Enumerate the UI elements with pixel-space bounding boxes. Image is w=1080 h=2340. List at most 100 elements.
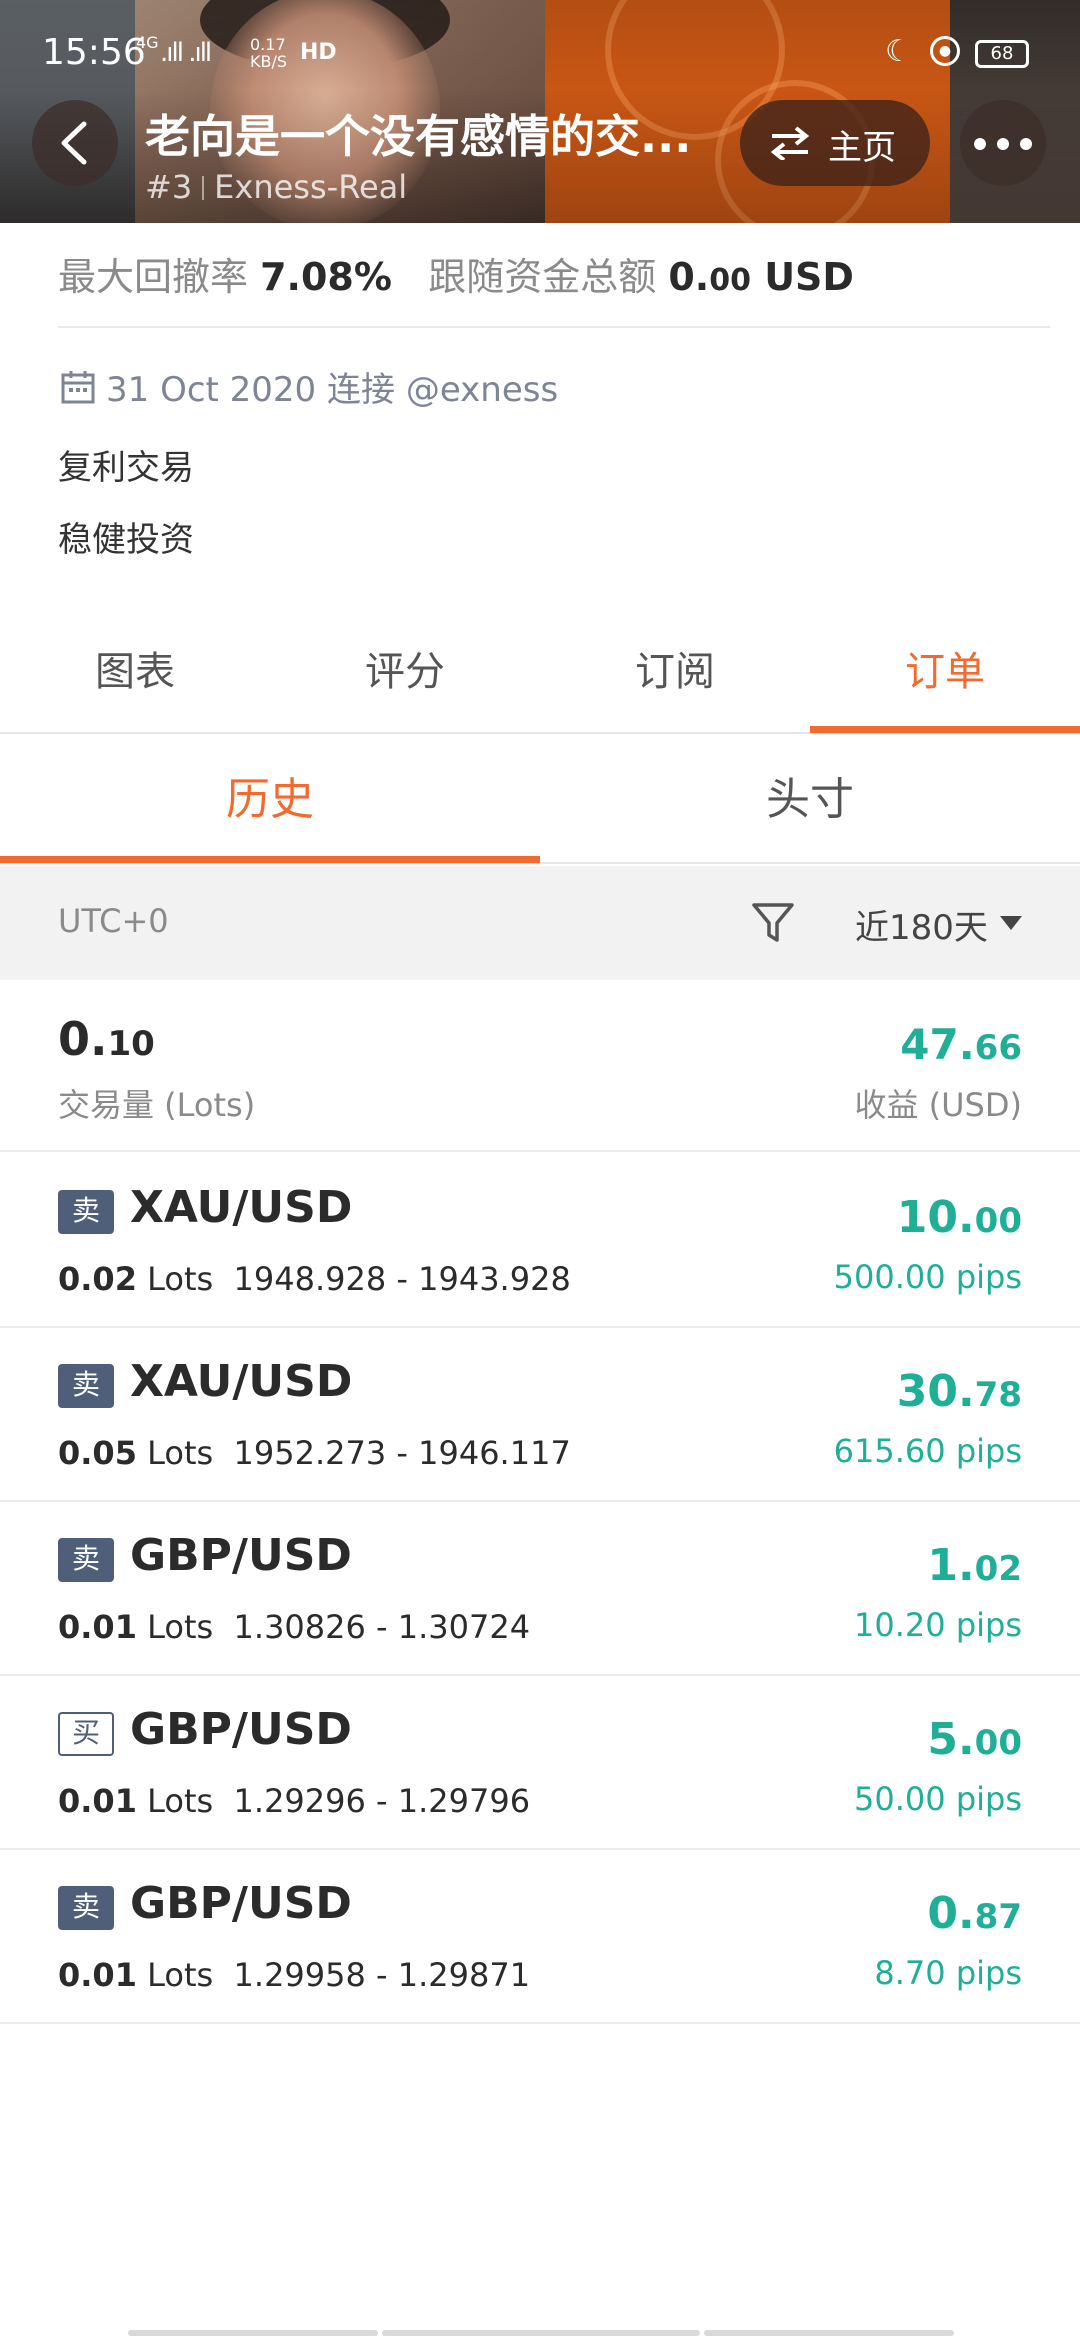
profile-header: 15:56 4G .ıll .ıll 0.17 KB/S HD ☾ ● 68 老向… <box>0 0 1080 223</box>
funds-unit: USD <box>764 255 854 299</box>
order-prices: 1948.928 - 1943.928 <box>233 1260 571 1298</box>
back-button[interactable] <box>32 100 118 186</box>
swap-icon <box>770 126 810 160</box>
order-pair: XAU/USD <box>130 1356 353 1407</box>
main-tabs: 图表 评分 订阅 订单 <box>0 630 1080 734</box>
order-pair: XAU/USD <box>130 1182 353 1233</box>
order-row[interactable]: 买 GBP/USD 0.01 Lots 1.29296 - 1.29796 5.… <box>0 1676 1080 1850</box>
tab-indicator <box>810 726 1080 733</box>
subtab-indicator <box>0 856 540 863</box>
more-icon <box>974 138 986 150</box>
nav-hint <box>382 2330 700 2336</box>
order-pips: 8.70 pips <box>874 1954 1022 1992</box>
order-profit: 5.00 <box>927 1714 1022 1765</box>
order-lots: 0.01 <box>58 1608 137 1646</box>
total-profit-label: 收益 (USD) <box>854 1086 1022 1124</box>
order-prices: 1.29296 - 1.29796 <box>233 1782 531 1820</box>
order-pips: 615.60 pips <box>833 1432 1022 1470</box>
nav-hint <box>704 2330 954 2336</box>
total-lots: 0.10 <box>58 1012 155 1066</box>
order-profit-int: 10. <box>896 1192 975 1243</box>
order-profit: 10.00 <box>897 1192 1022 1243</box>
description-line: 稳健投资 <box>58 520 194 560</box>
order-meta: 0.01 Lots 1.29958 - 1.29871 <box>58 1956 530 1994</box>
battery-icon: 68 <box>975 40 1029 68</box>
lots-unit: Lots <box>147 1782 214 1820</box>
order-row[interactable]: 卖 XAU/USD 0.02 Lots 1948.928 - 1943.928 … <box>0 1154 1080 1328</box>
description-line: 复利交易 <box>58 448 194 488</box>
order-subtabs: 历史 头寸 <box>0 736 1080 864</box>
tab-subscribe[interactable]: 订阅 <box>540 630 810 734</box>
account-name: Exness-Real <box>214 168 408 206</box>
more-button[interactable] <box>960 100 1046 186</box>
order-profit-dec: 00 <box>974 1201 1022 1241</box>
order-profit-int: 5. <box>927 1714 975 1765</box>
order-prices: 1.30826 - 1.30724 <box>233 1608 531 1646</box>
tab-orders[interactable]: 订单 <box>810 630 1080 734</box>
drawdown-label: 最大回撤率 <box>58 255 249 299</box>
order-pips: 500.00 pips <box>833 1258 1022 1296</box>
network-type: 4G <box>136 33 159 52</box>
moon-icon: ☾ <box>885 34 912 69</box>
filter-icon[interactable] <box>750 900 796 946</box>
order-lots: 0.01 <box>58 1782 137 1820</box>
side-badge: 买 <box>58 1712 114 1756</box>
funds-label: 跟随资金总额 <box>428 255 657 299</box>
tab-score[interactable]: 评分 <box>270 630 540 734</box>
caret-down-icon[interactable] <box>1000 916 1022 930</box>
order-meta: 0.02 Lots 1948.928 - 1943.928 <box>58 1260 571 1298</box>
subtab-history[interactable]: 历史 <box>0 736 540 864</box>
hd-icon: HD <box>300 40 337 65</box>
order-profit-int: 30. <box>896 1366 975 1417</box>
join-info: 31 Oct 2020 连接 @exness <box>60 362 558 411</box>
drawdown-value: 7.08% <box>260 255 392 299</box>
order-prices: 1952.273 - 1946.117 <box>233 1434 571 1472</box>
funds-value: 0.00 USD <box>668 255 854 299</box>
order-prices: 1.29958 - 1.29871 <box>233 1956 531 1994</box>
order-lots: 0.02 <box>58 1260 137 1298</box>
status-bar: 15:56 4G .ıll .ıll 0.17 KB/S HD ☾ ● 68 <box>0 0 1080 110</box>
funds-dec: 00 <box>709 263 751 298</box>
order-pair: GBP/USD <box>130 1704 352 1755</box>
side-badge: 卖 <box>58 1538 114 1582</box>
subtab-positions[interactable]: 头寸 <box>540 736 1080 864</box>
back-arrow-icon <box>61 121 87 165</box>
total-profit: 47.66 <box>900 1020 1022 1069</box>
order-row[interactable]: 卖 GBP/USD 0.01 Lots 1.29958 - 1.29871 0.… <box>0 1850 1080 2024</box>
side-badge: 卖 <box>58 1886 114 1930</box>
order-pair: GBP/USD <box>130 1878 352 1929</box>
order-row[interactable]: 卖 GBP/USD 0.01 Lots 1.30826 - 1.30724 1.… <box>0 1502 1080 1676</box>
page-title: 老向是一个没有感情的交... <box>145 110 692 163</box>
total-profit-dec: 66 <box>974 1028 1022 1068</box>
order-pips: 50.00 pips <box>854 1780 1022 1818</box>
order-pips: 10.20 pips <box>854 1606 1022 1644</box>
lots-unit: Lots <box>147 1956 214 1994</box>
order-profit-dec: 00 <box>974 1723 1022 1763</box>
network-speed: 0.17 KB/S <box>250 36 287 70</box>
speed-unit: KB/S <box>250 52 288 71</box>
filter-bar: UTC+0 近180天 <box>0 866 1080 980</box>
order-row[interactable]: 卖 XAU/USD 0.05 Lots 1952.273 - 1946.117 … <box>0 1328 1080 1502</box>
range-dropdown[interactable]: 近180天 <box>855 900 988 949</box>
order-meta: 0.01 Lots 1.30826 - 1.30724 <box>58 1608 530 1646</box>
order-meta: 0.01 Lots 1.29296 - 1.29796 <box>58 1782 530 1820</box>
lots-unit: Lots <box>147 1608 214 1646</box>
connect-label: 连接 <box>327 370 396 410</box>
home-button[interactable]: 主页 <box>740 100 930 186</box>
more-icon-dot <box>997 138 1009 150</box>
order-profit-dec: 87 <box>974 1897 1022 1937</box>
trader-stats: 最大回撤率 7.08% 跟随资金总额 0.00 USD <box>58 246 854 301</box>
total-lots-dec: 10 <box>107 1024 155 1064</box>
subtitle-separator <box>202 176 205 200</box>
total-lots-int: 0. <box>58 1012 108 1066</box>
status-time: 15:56 <box>42 32 146 73</box>
order-lots: 0.05 <box>58 1434 137 1472</box>
divider <box>58 326 1050 328</box>
tab-chart[interactable]: 图表 <box>0 630 270 734</box>
lots-unit: Lots <box>147 1260 214 1298</box>
broker-link[interactable]: @exness <box>406 370 558 410</box>
lots-unit: Lots <box>147 1434 214 1472</box>
orders-summary: 0.10 交易量 (Lots) 47.66 收益 (USD) <box>0 980 1080 1152</box>
home-button-label: 主页 <box>828 128 896 168</box>
order-lots: 0.01 <box>58 1956 137 1994</box>
